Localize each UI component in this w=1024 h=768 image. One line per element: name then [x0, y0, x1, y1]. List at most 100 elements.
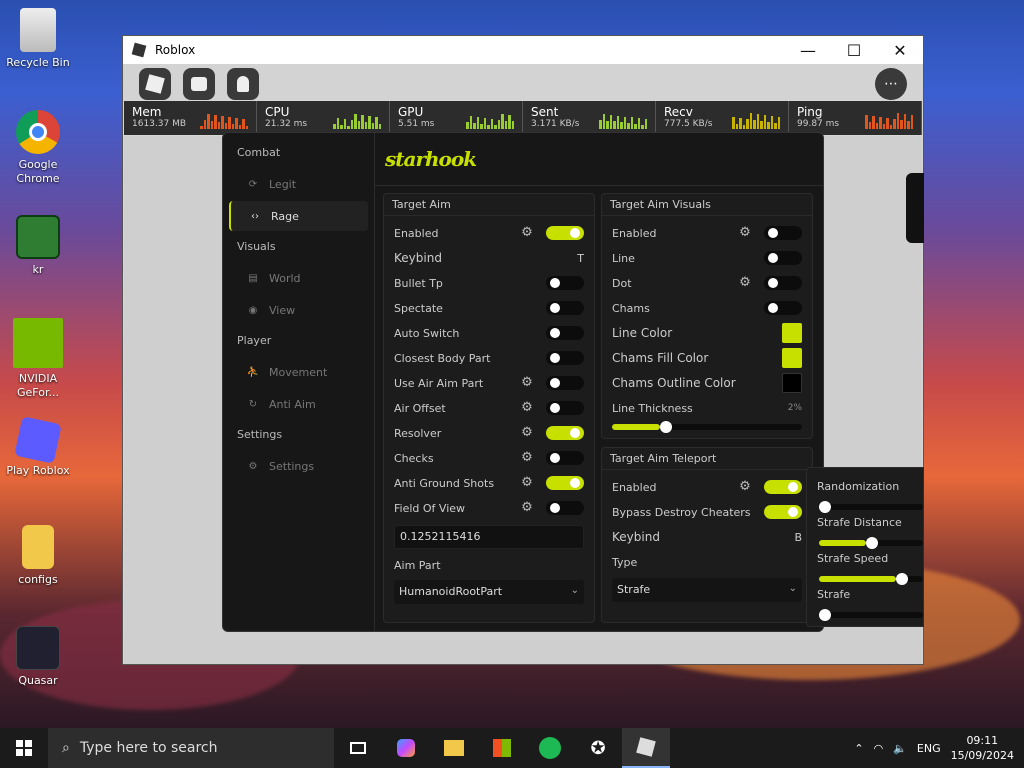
file-explorer-icon[interactable]: [430, 728, 478, 768]
bypass-toggle[interactable]: [764, 505, 802, 519]
randomization-slider[interactable]: [819, 501, 923, 513]
roblox-menu-button[interactable]: [139, 68, 171, 100]
graph-bar: [238, 124, 241, 129]
line-thickness-slider[interactable]: [612, 421, 802, 433]
brand-logo: starhook: [385, 147, 477, 171]
auto-switch-toggle[interactable]: [546, 326, 584, 340]
start-button[interactable]: [0, 728, 48, 768]
gear-icon[interactable]: ⚙: [520, 476, 534, 490]
window-titlebar[interactable]: Roblox — ☐ ✕: [123, 36, 923, 64]
randomization-label: Randomization: [817, 480, 900, 493]
keybind-value[interactable]: B: [794, 531, 802, 544]
air-offset-toggle[interactable]: [546, 401, 584, 415]
clock[interactable]: 09:11 15/09/2024: [951, 733, 1014, 763]
close-button[interactable]: ✕: [877, 36, 923, 64]
chams-fill-color-swatch[interactable]: [782, 348, 802, 368]
sidebar-item-rage[interactable]: ‹› Rage: [229, 201, 368, 231]
graph-bar: [609, 114, 612, 129]
side-tab[interactable]: [906, 173, 924, 243]
slider-thumb[interactable]: [659, 421, 672, 433]
checks-toggle[interactable]: [546, 451, 584, 465]
desktop-icon-play-roblox[interactable]: Play Roblox: [6, 416, 70, 478]
eye-icon: ◉: [248, 304, 258, 316]
sidebar-item-world[interactable]: ▤ World: [229, 263, 368, 293]
volume-icon[interactable]: 🔈: [893, 742, 907, 755]
sidebar-item-anti-aim[interactable]: ↻ Anti Aim: [229, 389, 368, 419]
bullet-tp-toggle[interactable]: [546, 276, 584, 290]
wifi-icon[interactable]: ◠: [874, 742, 884, 755]
dot-toggle[interactable]: [764, 276, 802, 290]
gear-icon[interactable]: ⚙: [520, 401, 534, 415]
strafe-slider[interactable]: [819, 609, 923, 621]
maximize-button[interactable]: ☐: [831, 36, 877, 64]
row-label: Keybind: [612, 530, 660, 544]
gear-icon[interactable]: ⚙: [520, 376, 534, 390]
resolver-toggle[interactable]: [546, 426, 584, 440]
star-app-icon[interactable]: ✪: [574, 728, 622, 768]
gear-icon[interactable]: ⚙: [738, 276, 752, 290]
desktop-icon-kr[interactable]: kr: [6, 215, 70, 277]
more-options-button[interactable]: ⋯: [875, 68, 907, 100]
sidebar-item-movement[interactable]: ⛹ Movement: [229, 357, 368, 387]
anti-ground-shots-toggle[interactable]: [546, 476, 584, 490]
sidebar-item-legit[interactable]: ⟳ Legit: [229, 169, 368, 199]
desktop-icon-quasar[interactable]: Quasar: [6, 626, 70, 688]
strafe-distance-label: Strafe Distance: [817, 516, 902, 529]
slider-thumb[interactable]: [819, 609, 831, 621]
graph-bar: [732, 117, 735, 129]
chams-toggle[interactable]: [764, 301, 802, 315]
task-view-icon[interactable]: [334, 728, 382, 768]
copilot-icon[interactable]: [382, 728, 430, 768]
gear-icon[interactable]: ⚙: [738, 480, 752, 494]
graph-bar: [245, 125, 248, 129]
desktop-icon-chrome[interactable]: Google Chrome: [6, 110, 70, 186]
strafe-speed-slider[interactable]: [819, 573, 923, 585]
taskbar-search[interactable]: ⌕ Type here to search: [48, 728, 334, 768]
use-air-aim-part-toggle[interactable]: [546, 376, 584, 390]
roblox-taskbar-icon[interactable]: [622, 728, 670, 768]
slider-thumb[interactable]: [819, 501, 831, 513]
chevron-up-icon[interactable]: ⌃: [854, 742, 863, 755]
aim-part-select[interactable]: HumanoidRootPart ⌄: [394, 580, 584, 604]
gear-icon[interactable]: ⚙: [520, 451, 534, 465]
sidebar-item-view[interactable]: ◉ View: [229, 295, 368, 325]
sidebar-item-label: Settings: [269, 459, 315, 473]
visuals-enabled-toggle[interactable]: [764, 226, 802, 240]
desktop-icon-recycle-bin[interactable]: Recycle Bin: [6, 8, 70, 70]
language-indicator[interactable]: ENG: [917, 742, 941, 755]
line-toggle[interactable]: [764, 251, 802, 265]
graph-bar: [340, 124, 343, 129]
graph-bar: [350, 119, 353, 129]
minimize-button[interactable]: —: [785, 36, 831, 64]
closest-body-part-toggle[interactable]: [546, 351, 584, 365]
avatar-button[interactable]: [227, 68, 259, 100]
store-icon[interactable]: [478, 728, 526, 768]
gear-icon[interactable]: ⚙: [520, 226, 534, 240]
strafe-distance-slider[interactable]: [819, 537, 923, 549]
fov-value-input[interactable]: 0.1252115416: [394, 525, 584, 549]
chams-row: Chams: [612, 297, 802, 319]
sidebar-item-settings[interactable]: ⚙ Settings: [229, 451, 368, 481]
gear-icon[interactable]: ⚙: [520, 426, 534, 440]
chat-button[interactable]: [183, 68, 215, 100]
teleport-enabled-toggle[interactable]: [764, 480, 802, 494]
target-aim-enabled-toggle[interactable]: [546, 226, 584, 240]
field-of-view-toggle[interactable]: [546, 501, 584, 515]
graph-bar: [889, 125, 892, 129]
chams-outline-color-swatch[interactable]: [782, 373, 802, 393]
row-label: Chams Fill Color: [612, 351, 709, 365]
gear-icon[interactable]: ⚙: [738, 226, 752, 240]
desktop-icon-configs[interactable]: configs: [6, 525, 70, 587]
group-title: Target Aim: [384, 194, 594, 216]
graph-bar: [613, 121, 616, 129]
slider-thumb[interactable]: [865, 537, 878, 549]
spotify-icon[interactable]: [526, 728, 574, 768]
line-color-swatch[interactable]: [782, 323, 802, 343]
type-select[interactable]: Strafe ⌄: [612, 578, 802, 602]
desktop-icon-nvidia[interactable]: NVIDIA GeFor...: [6, 318, 70, 400]
gear-icon[interactable]: ⚙: [520, 501, 534, 515]
spectate-toggle[interactable]: [546, 301, 584, 315]
sidebar-item-label: Rage: [271, 209, 299, 223]
keybind-value[interactable]: T: [577, 252, 584, 265]
slider-thumb[interactable]: [895, 573, 908, 585]
